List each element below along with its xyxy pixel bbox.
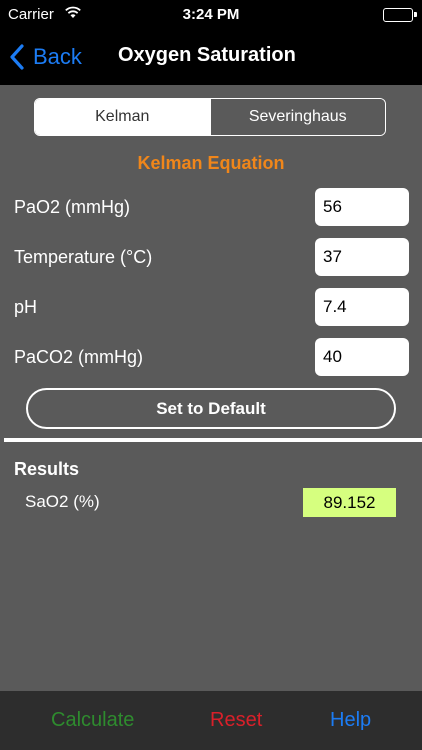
sao2-label: SaO2 (%) [25,492,100,511]
calculate-button[interactable]: Calculate [51,709,134,732]
back-label: Back [33,44,82,69]
pao2-field[interactable]: 56 [315,188,409,226]
battery-icon [383,8,417,22]
results-heading: Results [14,459,80,479]
chevron-left-icon [10,44,24,70]
paco2-label: PaCO2 (mmHg) [14,347,144,367]
bottom-toolbar: Calculate Reset Help [0,691,422,750]
page-title: Oxygen Saturation [118,44,296,66]
segment-severinghaus[interactable]: Severinghaus [209,99,385,135]
ph-label: pH [14,297,38,317]
ph-field[interactable]: 7.4 [315,288,409,326]
set-to-default-button[interactable]: Set to Default [26,388,396,429]
paco2-field[interactable]: 40 [315,338,409,376]
navigation-bar: Back Oxygen Saturation [0,30,422,85]
reset-button[interactable]: Reset [210,709,262,732]
temperature-field[interactable]: 37 [315,238,409,276]
help-button[interactable]: Help [330,709,371,732]
equation-title: Kelman Equation [137,153,285,173]
status-bar: Carrier 3:24 PM [0,0,422,30]
pao2-label: PaO2 (mmHg) [14,197,131,217]
temperature-label: Temperature (°C) [14,247,153,267]
status-time: 3:24 PM [182,6,240,23]
section-divider [4,438,422,442]
sao2-value: 89.152 [303,488,396,517]
back-button[interactable]: Back [9,40,82,74]
equation-segmented-control: Kelman Severinghaus [34,98,386,136]
segment-kelman[interactable]: Kelman [35,99,210,135]
